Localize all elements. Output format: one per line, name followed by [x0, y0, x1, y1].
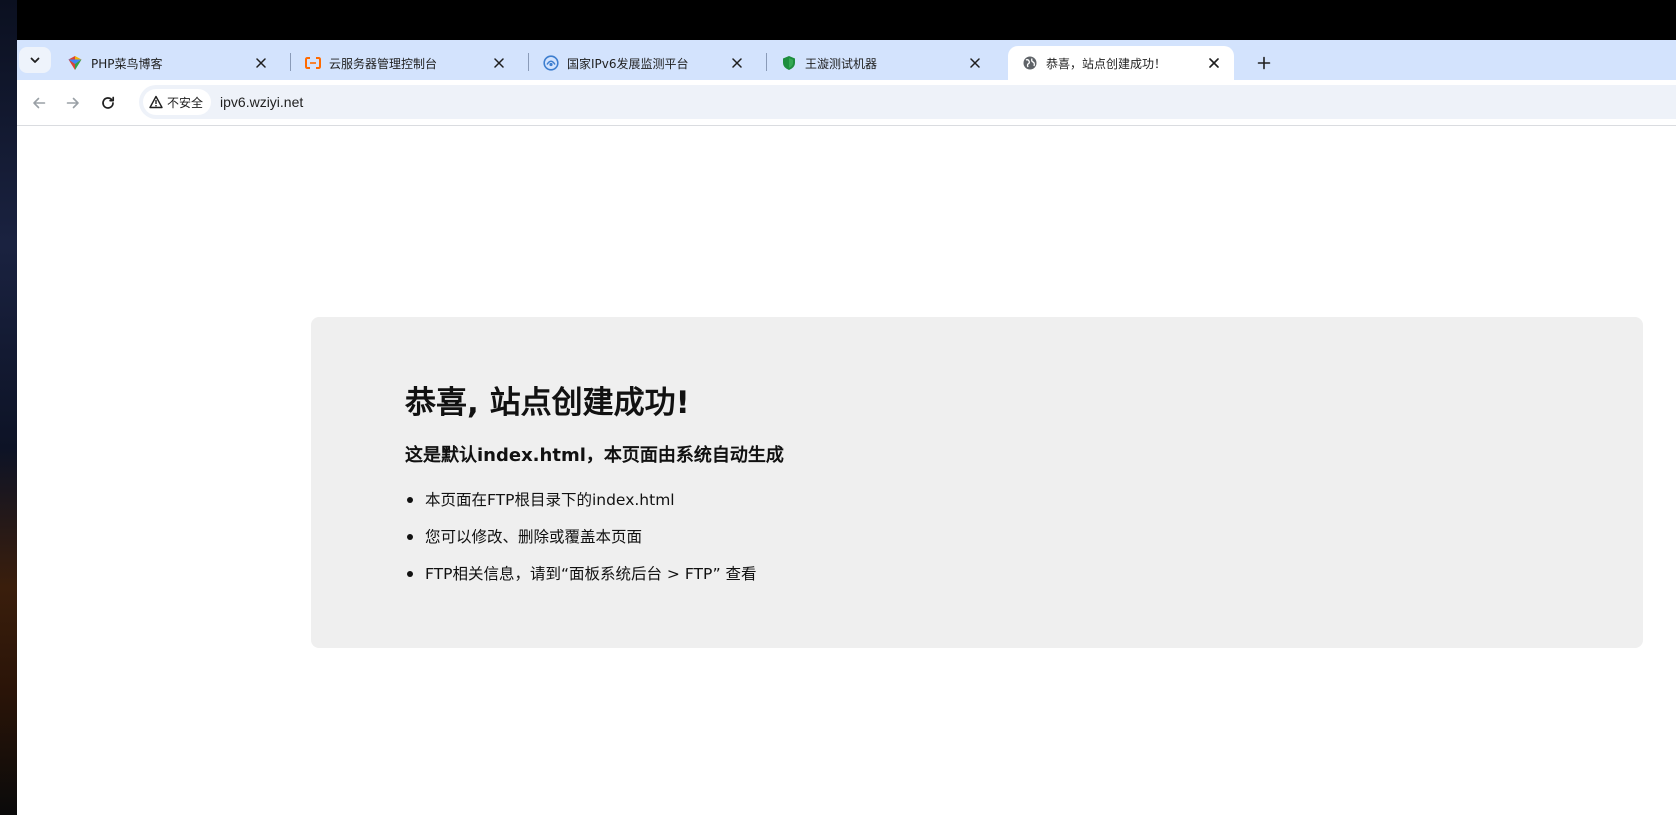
warning-icon: [149, 95, 163, 109]
browser-window: PHP菜鸟博客 云服务器管理控制台 国家IPv6发展监测平台 王漩测试机器 恭喜…: [17, 40, 1676, 815]
page-subtitle: 这是默认index.html，本页面由系统自动生成: [405, 445, 784, 466]
close-icon[interactable]: [967, 55, 983, 71]
shield-favicon-icon: [781, 55, 797, 71]
list-item-text: 本页面在FTP根目录下的index.html: [425, 491, 675, 509]
list-item-text: 您可以修改、删除或覆盖本页面: [425, 528, 643, 546]
address-bar[interactable]: 不安全 ipv6.wziyi.net: [139, 85, 1676, 119]
tab-title: 国家IPv6发展监测平台: [567, 56, 689, 71]
reload-icon: [102, 96, 115, 109]
chevron-down-icon: [30, 57, 40, 63]
bullet-icon: [407, 534, 413, 540]
desktop-background: [0, 0, 17, 815]
list-item-text: FTP相关信息，请到“面板系统后台 > FTP” 查看: [425, 565, 757, 583]
tab-ipv6-monitor[interactable]: 国家IPv6发展监测平台: [529, 46, 757, 80]
close-icon[interactable]: [1206, 55, 1222, 71]
tab-title: 王漩测试机器: [805, 56, 878, 71]
welcome-card: 恭喜, 站点创建成功! 这是默认index.html，本页面由系统自动生成 本页…: [311, 317, 1643, 648]
ipv6-monitor-favicon-icon: [543, 55, 559, 71]
tab-title: 云服务器管理控制台: [329, 56, 438, 71]
security-indicator[interactable]: 不安全: [143, 89, 212, 115]
reload-button[interactable]: [95, 90, 121, 116]
info-list: 本页面在FTP根目录下的index.html 您可以修改、删除或覆盖本页面 FT…: [405, 489, 757, 600]
page-title: 恭喜, 站点创建成功!: [405, 385, 690, 421]
tab-test-machine[interactable]: 王漩测试机器: [767, 46, 995, 80]
tab-strip: PHP菜鸟博客 云服务器管理控制台 国家IPv6发展监测平台 王漩测试机器 恭喜…: [17, 40, 1676, 80]
url-text[interactable]: ipv6.wziyi.net: [220, 94, 303, 110]
back-button[interactable]: [26, 90, 52, 116]
tab-title: PHP菜鸟博客: [91, 56, 163, 71]
tab-cloud-console[interactable]: 云服务器管理控制台: [291, 46, 519, 80]
security-label: 不安全: [167, 95, 204, 110]
tab-site-created[interactable]: 恭喜，站点创建成功！: [1008, 46, 1234, 80]
close-icon[interactable]: [729, 55, 745, 71]
bullet-icon: [407, 497, 413, 503]
globe-icon: [1022, 55, 1038, 71]
forward-button[interactable]: [60, 90, 86, 116]
php-blog-favicon-icon: [67, 55, 83, 71]
close-icon[interactable]: [491, 55, 507, 71]
list-item: FTP相关信息，请到“面板系统后台 > FTP” 查看: [405, 563, 757, 600]
close-icon[interactable]: [253, 55, 269, 71]
plus-icon: [1257, 56, 1271, 70]
bullet-icon: [407, 571, 413, 577]
list-item: 本页面在FTP根目录下的index.html: [405, 489, 757, 526]
browser-toolbar: 不安全 ipv6.wziyi.net: [17, 80, 1676, 126]
aliyun-favicon-icon: [305, 55, 321, 71]
arrow-left-icon: [33, 97, 46, 109]
arrow-right-icon: [66, 97, 79, 109]
tab-title: 恭喜，站点创建成功！: [1046, 56, 1167, 71]
new-tab-button[interactable]: [1250, 49, 1278, 77]
tab-php-blog[interactable]: PHP菜鸟博客: [53, 46, 281, 80]
list-item: 您可以修改、删除或覆盖本页面: [405, 526, 757, 563]
page-content: 恭喜, 站点创建成功! 这是默认index.html，本页面由系统自动生成 本页…: [17, 127, 1676, 815]
tab-search-button[interactable]: [19, 47, 51, 73]
